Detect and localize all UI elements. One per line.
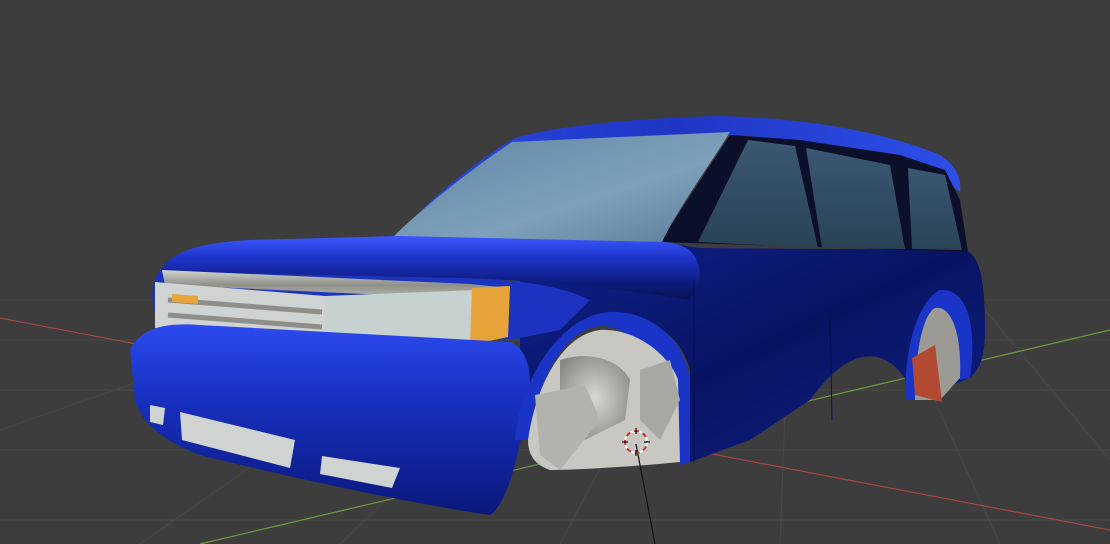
car-model[interactable] <box>130 116 985 515</box>
3d-viewport[interactable] <box>0 0 1110 544</box>
fog-light-left <box>150 405 165 425</box>
viewport-canvas[interactable] <box>0 0 1110 544</box>
turn-indicator <box>470 286 510 345</box>
